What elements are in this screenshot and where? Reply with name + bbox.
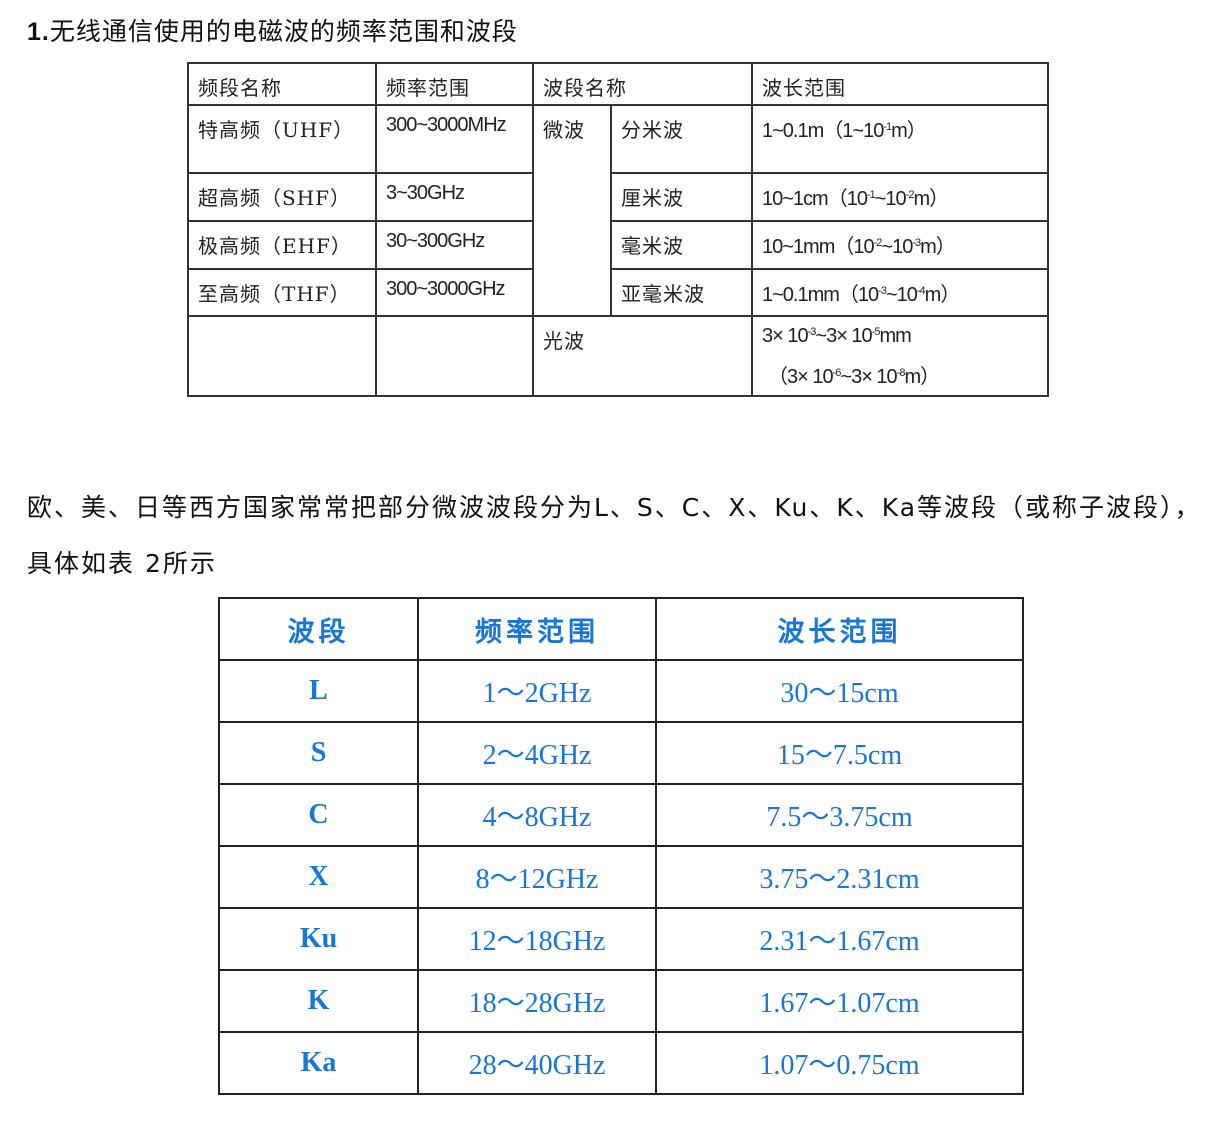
- wavelength-text: 3× 10: [762, 325, 809, 347]
- wavelength-text: ~3× 10: [840, 366, 897, 388]
- header-cell: 波长范围: [751, 62, 1049, 106]
- freq-cell: 18～28GHz: [417, 969, 657, 1033]
- wavelength-text: 1~0.1m（1~10: [762, 120, 884, 142]
- table-row: 至高频（THF） 300~3000GHz 亚毫米波 1~0.1mm（10-3~1…: [187, 268, 1049, 317]
- sub-band-table: 波段 频率范围 波长范围 L 1～2GHz 30～15cm S 2～4GHz 15～7.…: [218, 597, 1024, 1095]
- wavelength-text: m）: [913, 188, 949, 210]
- band-name-cell: 极高频（EHF）: [187, 220, 377, 270]
- wavelength-cell: 3.75～2.31cm: [655, 845, 1024, 909]
- wave-name-cell: 光波: [532, 315, 753, 397]
- band-cell: K: [218, 969, 419, 1033]
- freq-cell: 12～18GHz: [417, 907, 657, 971]
- header-cell: 波段名称: [532, 62, 753, 106]
- freq-cell: 300~3000MHz: [375, 104, 534, 174]
- band-name-cell: 至高频（THF）: [187, 268, 377, 317]
- table-row: S 2～4GHz 15～7.5cm: [218, 721, 1024, 785]
- table-row: 光波 3× 10-3~3× 10-5mm （3× 10-6~3× 10-8m）: [187, 315, 1049, 397]
- wavelength-cell: 1~0.1mm（10-3~10-4m）: [751, 268, 1049, 317]
- table-header-row: 波段 频率范围 波长范围: [218, 597, 1024, 661]
- wavelength-text: 1~0.1mm（10: [762, 284, 879, 306]
- table-row: X 8～12GHz 3.75～2.31cm: [218, 845, 1024, 909]
- wave-name-cell: 毫米波: [610, 220, 753, 270]
- wavelength-text: m）: [920, 236, 956, 258]
- wavelength-cell: 10~1mm（10-2~10-3m）: [751, 220, 1049, 270]
- wavelength-cell: 15～7.5cm: [655, 721, 1024, 785]
- freq-cell: 3~30GHz: [375, 172, 534, 222]
- wavelength-cell: 1.67～1.07cm: [655, 969, 1024, 1033]
- wave-name-cell: 分米波: [610, 104, 753, 174]
- wavelength-cell: 3× 10-3~3× 10-5mm （3× 10-6~3× 10-8m）: [751, 315, 1049, 397]
- band-name-cell: 超高频（SHF）: [187, 172, 377, 222]
- wavelength-cell: 1.07～0.75cm: [655, 1031, 1024, 1095]
- wavelength-line-2: （3× 10-6~3× 10-8m）: [762, 360, 1046, 389]
- header-cell: 频率范围: [375, 62, 534, 106]
- table-row: Ku 12～18GHz 2.31～1.67cm: [218, 907, 1024, 971]
- exponent: -3: [878, 285, 887, 297]
- wave-name-cell: 亚毫米波: [610, 268, 753, 317]
- wavelength-text: （3× 10: [768, 366, 834, 388]
- description-paragraph: 欧、美、日等西方国家常常把部分微波波段分为L、S、C、X、Ku、K、Ka等波段（…: [27, 493, 1202, 578]
- freq-cell: 300~3000GHz: [375, 268, 534, 317]
- wavelength-cell: 2.31～1.67cm: [655, 907, 1024, 971]
- header-cell: 频率范围: [417, 597, 657, 661]
- wavelength-cell: 7.5～3.75cm: [655, 783, 1024, 847]
- freq-cell: 8～12GHz: [417, 845, 657, 909]
- freq-cell: [375, 315, 534, 397]
- header-cell: 波段: [218, 597, 419, 661]
- table-header-row: 频段名称 频率范围 波段名称 波长范围: [187, 62, 1049, 106]
- wavelength-text: ~10: [874, 188, 907, 210]
- freq-cell: 28～40GHz: [417, 1031, 657, 1095]
- exponent: -1: [883, 121, 892, 133]
- frequency-band-table: 频段名称 频率范围 波段名称 波长范围 特高频（UHF） 300~3000MHz…: [187, 62, 1049, 397]
- wavelength-cell: 1~0.1m（1~10-1m）: [751, 104, 1049, 174]
- band-name-cell: 特高频（UHF）: [187, 104, 377, 174]
- freq-cell: 2～4GHz: [417, 721, 657, 785]
- wavelength-cell: 30～15cm: [655, 659, 1024, 723]
- band-name-cell: [187, 315, 377, 397]
- table-row: 极高频（EHF） 30~300GHz 毫米波 10~1mm（10-2~10-3m…: [187, 220, 1049, 270]
- band-cell: Ka: [218, 1031, 419, 1095]
- table-row: 特高频（UHF） 300~3000MHz 微波 分米波 1~0.1m（1~10-…: [187, 104, 1049, 317]
- wavelength-text: m）: [904, 366, 940, 388]
- exponent: -1: [866, 189, 876, 201]
- wave-group-cell: 微波: [532, 104, 612, 317]
- header-cell: 频段名称: [187, 62, 377, 106]
- section-heading: 1.无线通信使用的电磁波的频率范围和波段: [27, 14, 518, 50]
- wavelength-text: mm: [879, 325, 911, 347]
- wavelength-cell: 10~1cm（10-1~10-2m）: [751, 172, 1049, 222]
- wave-name-cell: 厘米波: [610, 172, 753, 222]
- wavelength-text: m）: [924, 284, 961, 306]
- table-row: C 4～8GHz 7.5～3.75cm: [218, 783, 1024, 847]
- band-cell: S: [218, 721, 419, 785]
- wavelength-text: 10~1mm（10: [762, 236, 875, 258]
- wavelength-text: m）: [891, 120, 927, 142]
- table-row: 超高频（SHF） 3~30GHz 厘米波 10~1cm（10-1~10-2m）: [187, 172, 1049, 222]
- band-cell: Ku: [218, 907, 419, 971]
- heading-text: 无线通信使用的电磁波的频率范围和波段: [49, 17, 518, 46]
- exponent: -3: [912, 237, 921, 249]
- table-row: K 18～28GHz 1.67～1.07cm: [218, 969, 1024, 1033]
- freq-cell: 4～8GHz: [417, 783, 657, 847]
- exponent: -4: [916, 285, 926, 297]
- header-cell: 波长范围: [655, 597, 1024, 661]
- wavelength-text: ~10: [885, 284, 918, 306]
- freq-cell: 1～2GHz: [417, 659, 657, 723]
- table-row: Ka 28～40GHz 1.07～0.75cm: [218, 1031, 1024, 1095]
- wavelength-text: 10~1cm（10: [762, 188, 868, 210]
- wavelength-text: ~10: [881, 236, 913, 258]
- wavelength-text: ~3× 10: [815, 325, 872, 347]
- heading-number: 1.: [27, 18, 50, 46]
- band-cell: X: [218, 845, 419, 909]
- band-cell: C: [218, 783, 419, 847]
- band-cell: L: [218, 659, 419, 723]
- freq-cell: 30~300GHz: [375, 220, 534, 270]
- table-row: L 1～2GHz 30～15cm: [218, 659, 1024, 723]
